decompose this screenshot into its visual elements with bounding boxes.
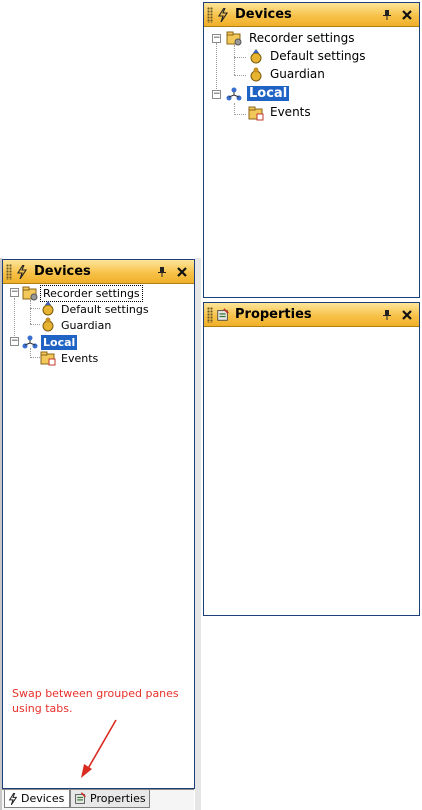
device-tree: − Recorder settings Default settings Gua…: [204, 27, 419, 287]
pane-tab-bar: Devices Properties: [2, 789, 194, 810]
devices-pane-title: Devices: [34, 264, 91, 279]
tree-item-guardian[interactable]: Guardian: [268, 67, 327, 82]
tree-item-recorder-settings[interactable]: Recorder settings: [40, 285, 143, 302]
default-settings-icon: [40, 300, 56, 316]
network-icon: [22, 334, 38, 350]
collapse-toggle-local[interactable]: −: [10, 337, 19, 346]
events-icon: [248, 105, 264, 121]
tree-item-events[interactable]: Events: [59, 351, 100, 366]
close-icon[interactable]: [399, 7, 415, 23]
tree-item-local[interactable]: Local: [41, 335, 78, 350]
annotation-arrow: [81, 719, 117, 778]
lightning-icon: [8, 792, 18, 805]
tab-properties-label: Properties: [90, 792, 146, 805]
divider-edge: [195, 258, 201, 810]
collapse-toggle-recorder[interactable]: −: [10, 288, 19, 297]
drag-grip-icon[interactable]: [207, 6, 213, 23]
tree-item-guardian[interactable]: Guardian: [59, 318, 113, 333]
network-icon: [226, 86, 242, 102]
guardian-icon: [248, 66, 264, 82]
properties-pane: Properties: [203, 302, 420, 616]
lightning-icon: [215, 7, 231, 23]
properties-icon: [215, 307, 231, 323]
devices-pane-docked: Devices − Recorder settings Default sett…: [203, 2, 420, 298]
tab-devices[interactable]: Devices: [4, 790, 70, 808]
properties-pane-header[interactable]: Properties: [204, 303, 419, 327]
events-icon: [40, 350, 56, 366]
close-icon[interactable]: [174, 264, 190, 280]
properties-pane-title: Properties: [235, 307, 312, 322]
collapse-toggle-recorder[interactable]: −: [212, 34, 221, 43]
tree-item-default-settings[interactable]: Default settings: [268, 49, 368, 64]
collapse-toggle-local[interactable]: −: [212, 90, 221, 99]
default-settings-icon: [248, 48, 264, 64]
devices-pane-header[interactable]: Devices: [204, 3, 419, 27]
tree-item-default-settings[interactable]: Default settings: [59, 302, 151, 317]
devices-pane-header[interactable]: Devices: [3, 260, 194, 284]
tree-item-recorder-settings[interactable]: Recorder settings: [247, 31, 356, 46]
folder-settings-icon: [22, 285, 38, 301]
pin-icon[interactable]: [379, 307, 395, 323]
devices-pane-title: Devices: [235, 7, 292, 22]
properties-icon: [74, 792, 87, 805]
folder-settings-icon: [226, 30, 242, 46]
pin-icon[interactable]: [154, 264, 170, 280]
drag-grip-icon[interactable]: [6, 263, 12, 280]
tree-item-local[interactable]: Local: [247, 86, 290, 101]
drag-grip-icon[interactable]: [207, 306, 213, 323]
tree-item-events[interactable]: Events: [268, 105, 313, 120]
guardian-icon: [40, 316, 56, 332]
tab-properties[interactable]: Properties: [70, 790, 150, 808]
annotation-text: Swap between grouped panes using tabs.: [12, 687, 179, 715]
lightning-icon: [14, 264, 30, 280]
pin-icon[interactable]: [379, 7, 395, 23]
close-icon[interactable]: [399, 307, 415, 323]
tab-devices-label: Devices: [21, 792, 65, 805]
